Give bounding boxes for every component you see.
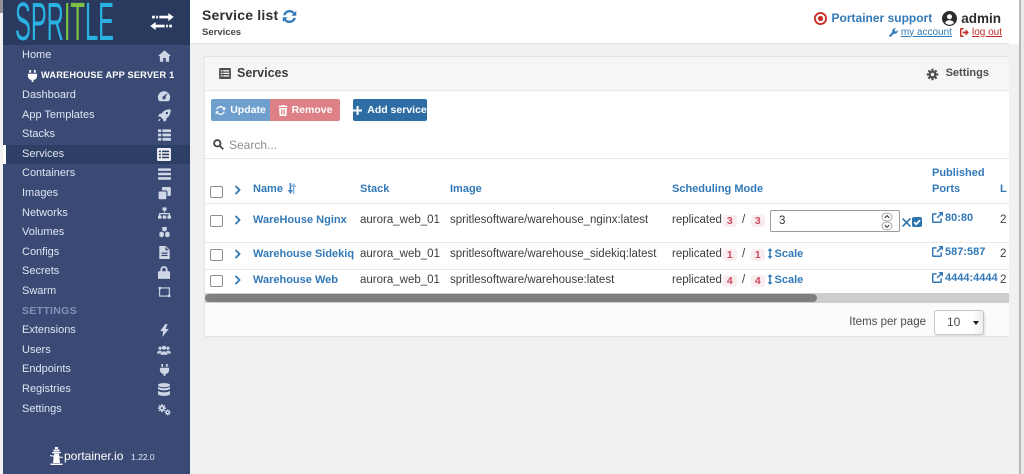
svg-text:SPRITLE: SPRITLE [15,0,114,45]
